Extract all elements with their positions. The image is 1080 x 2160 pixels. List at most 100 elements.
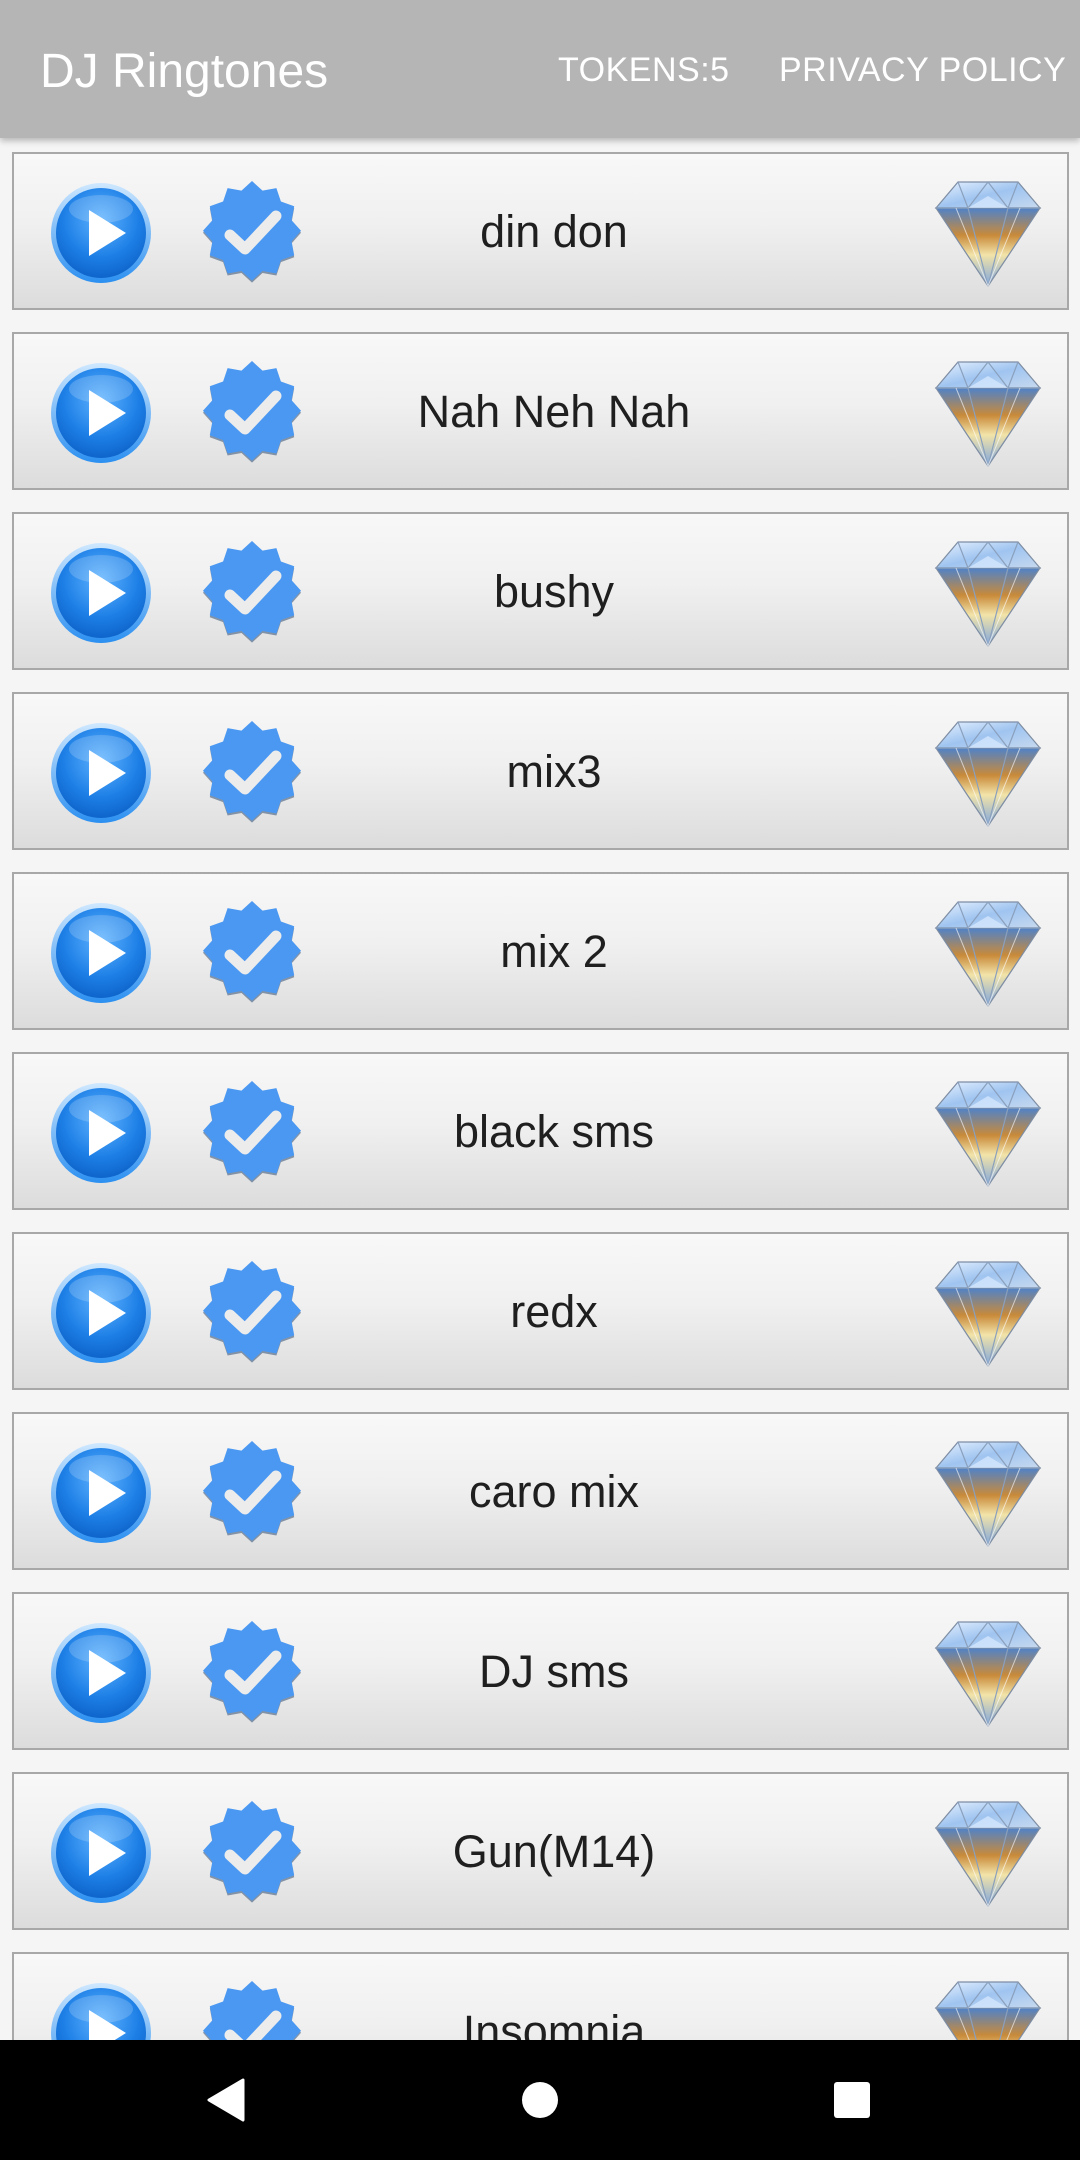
home-circle-icon: [522, 2082, 558, 2118]
diamond-icon: [926, 178, 1050, 288]
ringtone-name: din don: [480, 206, 628, 257]
play-circle-icon: [49, 1801, 153, 1905]
set-ringtone-button[interactable]: [190, 531, 314, 655]
play-button[interactable]: [49, 1621, 153, 1725]
home-button[interactable]: [460, 2040, 620, 2160]
ringtone-row[interactable]: Gun(M14): [12, 1772, 1069, 1930]
diamond-icon: [926, 1618, 1050, 1728]
set-ringtone-button[interactable]: [190, 1791, 314, 1915]
verified-check-badge-icon: [190, 1791, 314, 1915]
ringtone-name: DJ sms: [479, 1646, 629, 1697]
play-button[interactable]: [49, 1801, 153, 1905]
play-button[interactable]: [49, 1081, 153, 1185]
play-circle-icon: [49, 181, 153, 285]
play-button[interactable]: [49, 1441, 153, 1545]
play-button[interactable]: [49, 1261, 153, 1365]
premium-diamond-button[interactable]: [926, 898, 1050, 1008]
premium-diamond-button[interactable]: [926, 1258, 1050, 1368]
premium-diamond-button[interactable]: [926, 1978, 1050, 2040]
premium-diamond-button[interactable]: [926, 1618, 1050, 1728]
diamond-icon: [926, 898, 1050, 1008]
privacy-policy-button[interactable]: PRIVACY POLICY: [779, 50, 1066, 90]
diamond-icon: [926, 1078, 1050, 1188]
premium-diamond-button[interactable]: [926, 178, 1050, 288]
diamond-icon: [926, 1258, 1050, 1368]
play-circle-icon: [49, 1621, 153, 1725]
ringtone-row[interactable]: black sms: [12, 1052, 1069, 1210]
play-circle-icon: [49, 1981, 153, 2040]
play-button[interactable]: [49, 901, 153, 1005]
ringtone-row[interactable]: caro mix: [12, 1412, 1069, 1570]
set-ringtone-button[interactable]: [190, 711, 314, 835]
verified-check-badge-icon: [190, 1971, 314, 2040]
play-circle-icon: [49, 541, 153, 645]
play-circle-icon: [49, 901, 153, 1005]
set-ringtone-button[interactable]: [190, 351, 314, 475]
verified-check-badge-icon: [190, 1251, 314, 1375]
back-button[interactable]: [145, 2040, 305, 2160]
set-ringtone-button[interactable]: [190, 171, 314, 295]
ringtone-row[interactable]: redx: [12, 1232, 1069, 1390]
play-button[interactable]: [49, 361, 153, 465]
verified-check-badge-icon: [190, 891, 314, 1015]
set-ringtone-button[interactable]: [190, 1431, 314, 1555]
ringtone-name: Gun(M14): [452, 1826, 656, 1877]
diamond-icon: [926, 718, 1050, 828]
ringtone-list[interactable]: din don Nah Neh Nah bushy mix3 mix 2 black sm…: [0, 138, 1080, 2040]
set-ringtone-button[interactable]: [190, 1611, 314, 1735]
app-bar: DJ Ringtones TOKENS:5 PRIVACY POLICY: [0, 0, 1080, 138]
diamond-icon: [926, 1798, 1050, 1908]
set-ringtone-button[interactable]: [190, 1071, 314, 1195]
ringtone-row[interactable]: mix3: [12, 692, 1069, 850]
premium-diamond-button[interactable]: [926, 1798, 1050, 1908]
back-triangle-icon: [207, 2078, 245, 2122]
ringtone-name: mix 2: [500, 926, 608, 977]
tokens-counter[interactable]: TOKENS:5: [558, 50, 730, 90]
play-circle-icon: [49, 1441, 153, 1545]
recents-button[interactable]: [772, 2040, 932, 2160]
verified-check-badge-icon: [190, 711, 314, 835]
app-title: DJ Ringtones: [40, 45, 329, 98]
ringtone-row[interactable]: bushy: [12, 512, 1069, 670]
premium-diamond-button[interactable]: [926, 1438, 1050, 1548]
ringtone-name: Insomnia: [462, 2006, 646, 2040]
ringtone-row[interactable]: Insomnia: [12, 1952, 1069, 2040]
premium-diamond-button[interactable]: [926, 718, 1050, 828]
set-ringtone-button[interactable]: [190, 891, 314, 1015]
diamond-icon: [926, 358, 1050, 468]
ringtone-name: caro mix: [468, 1466, 640, 1517]
play-button[interactable]: [49, 181, 153, 285]
premium-diamond-button[interactable]: [926, 538, 1050, 648]
diamond-icon: [926, 538, 1050, 648]
premium-diamond-button[interactable]: [926, 358, 1050, 468]
ringtone-name: redx: [510, 1286, 598, 1337]
verified-check-badge-icon: [190, 531, 314, 655]
ringtone-name: bushy: [493, 566, 615, 617]
verified-check-badge-icon: [190, 171, 314, 295]
play-circle-icon: [49, 1081, 153, 1185]
set-ringtone-button[interactable]: [190, 1971, 314, 2040]
verified-check-badge-icon: [190, 351, 314, 475]
diamond-icon: [926, 1438, 1050, 1548]
play-circle-icon: [49, 721, 153, 825]
system-navigation-bar: [0, 2040, 1080, 2160]
ringtone-name: Nah Neh Nah: [417, 386, 691, 437]
diamond-icon: [926, 1978, 1050, 2040]
verified-check-badge-icon: [190, 1611, 314, 1735]
ringtone-name: black sms: [453, 1106, 655, 1157]
premium-diamond-button[interactable]: [926, 1078, 1050, 1188]
ringtone-name: mix3: [506, 746, 602, 797]
ringtone-row[interactable]: DJ sms: [12, 1592, 1069, 1750]
recents-square-icon: [834, 2082, 870, 2118]
play-button[interactable]: [49, 721, 153, 825]
play-circle-icon: [49, 361, 153, 465]
ringtone-row[interactable]: din don: [12, 152, 1069, 310]
ringtone-row[interactable]: Nah Neh Nah: [12, 332, 1069, 490]
play-button[interactable]: [49, 541, 153, 645]
play-button[interactable]: [49, 1981, 153, 2040]
play-circle-icon: [49, 1261, 153, 1365]
set-ringtone-button[interactable]: [190, 1251, 314, 1375]
verified-check-badge-icon: [190, 1071, 314, 1195]
ringtone-row[interactable]: mix 2: [12, 872, 1069, 1030]
verified-check-badge-icon: [190, 1431, 314, 1555]
